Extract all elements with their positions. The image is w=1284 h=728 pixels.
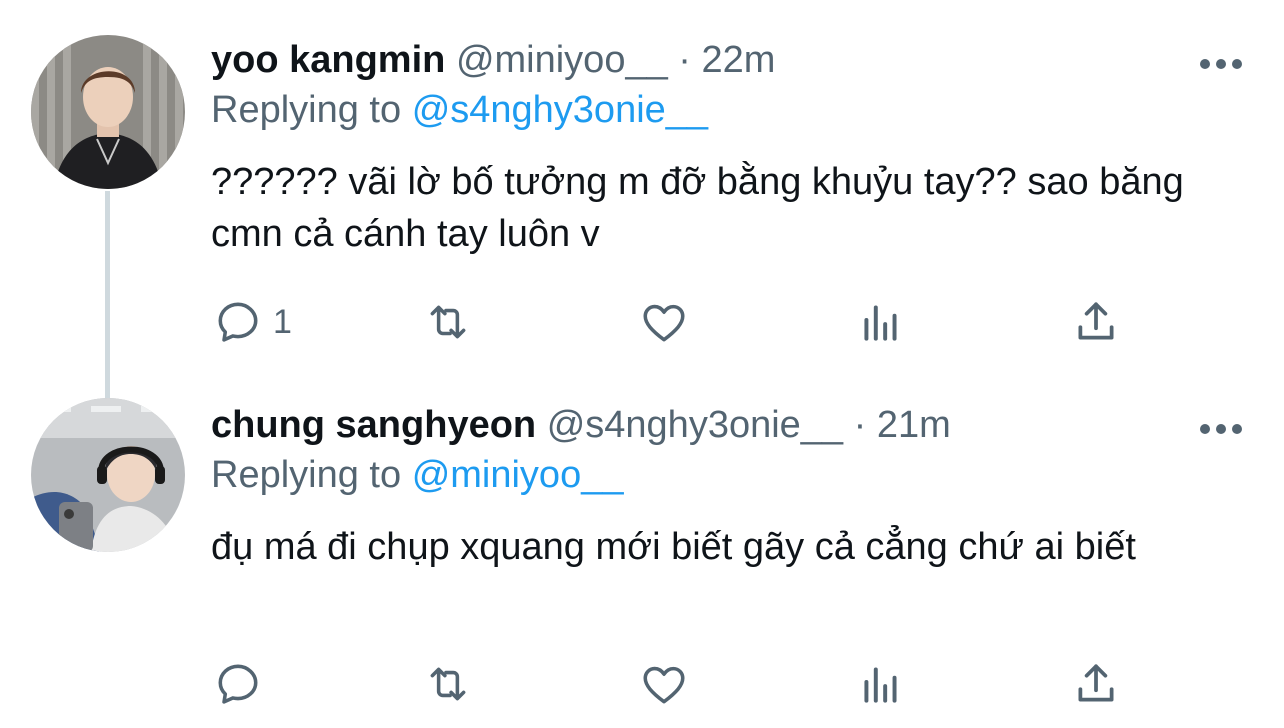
tweet[interactable]: yoo kangmin @miniyoo__ · 22m Replying to… xyxy=(0,0,1284,370)
tweet-header: chung sanghyeon @s4nghy3onie__ · 21m xyxy=(211,401,1244,449)
more-icon[interactable] xyxy=(1200,52,1244,72)
avatar[interactable] xyxy=(31,398,185,552)
display-name[interactable]: yoo kangmin xyxy=(211,39,445,81)
views-button[interactable] xyxy=(856,654,906,714)
share-button[interactable] xyxy=(1071,654,1121,714)
tweet-text: đụ má đi chụp xquang mới biết gãy cả cẳn… xyxy=(211,526,1136,568)
reply-button[interactable] xyxy=(213,654,273,714)
reply-icon xyxy=(218,302,258,342)
user-handle[interactable]: @miniyoo__ xyxy=(456,39,668,81)
replying-to-mention[interactable]: @s4nghy3onie__ xyxy=(412,89,708,131)
avatar-photo xyxy=(31,398,185,552)
user-handle[interactable]: @s4nghy3onie__ xyxy=(547,404,843,446)
retweet-icon xyxy=(430,667,466,701)
retweet-button[interactable] xyxy=(423,292,473,352)
retweet-icon xyxy=(430,305,466,339)
tweet[interactable]: chung sanghyeon @s4nghy3onie__ · 21m Rep… xyxy=(0,370,1284,728)
share-icon xyxy=(1078,664,1114,702)
views-icon xyxy=(864,667,897,703)
reply-count: 1 xyxy=(273,302,292,341)
like-button[interactable] xyxy=(639,292,689,352)
timestamp[interactable]: 22m xyxy=(702,39,776,81)
timestamp[interactable]: 21m xyxy=(877,404,951,446)
replying-to-line: Replying to @s4nghy3onie__ xyxy=(211,84,1244,136)
separator-dot: · xyxy=(678,39,691,81)
retweet-button[interactable] xyxy=(423,654,473,714)
share-button[interactable] xyxy=(1071,292,1121,352)
like-icon xyxy=(643,304,685,342)
separator-dot: · xyxy=(853,404,867,446)
display-name[interactable]: chung sanghyeon xyxy=(211,404,536,446)
tweet-header: yoo kangmin @miniyoo__ · 22m xyxy=(211,36,1244,84)
avatar-photo xyxy=(31,35,185,189)
tweet-actions xyxy=(211,654,1131,714)
replying-to-line: Replying to @miniyoo__ xyxy=(211,449,1244,501)
reply-icon xyxy=(218,664,258,704)
like-button[interactable] xyxy=(639,654,689,714)
tweet-text: ?????? vãi lờ bố tưởng m đỡ bằng khuỷu t… xyxy=(211,161,1184,255)
replying-to-label: Replying to xyxy=(211,454,402,496)
views-button[interactable] xyxy=(856,292,906,352)
views-icon xyxy=(864,305,897,341)
share-icon xyxy=(1078,302,1114,340)
reply-button[interactable]: 1 xyxy=(213,292,292,352)
like-icon xyxy=(643,666,685,704)
more-icon[interactable] xyxy=(1200,417,1244,437)
avatar[interactable] xyxy=(31,35,185,189)
replying-to-label: Replying to xyxy=(211,89,402,131)
replying-to-mention[interactable]: @miniyoo__ xyxy=(412,454,624,496)
tweet-actions: 1 xyxy=(211,292,1131,352)
